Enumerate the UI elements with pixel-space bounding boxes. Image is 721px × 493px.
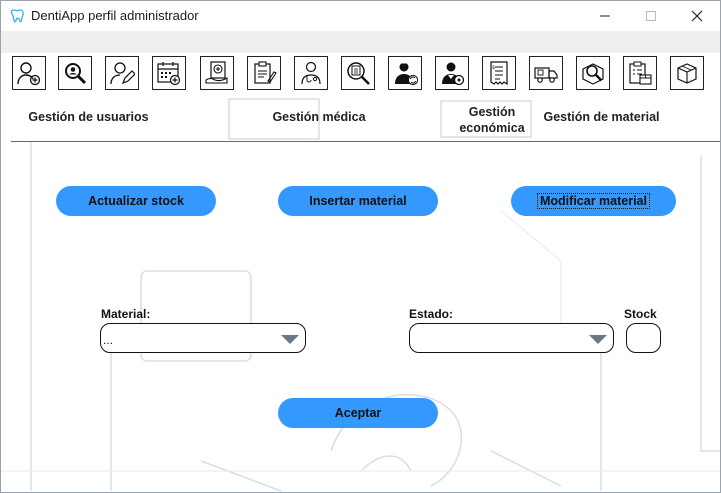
toolbar-button-xray-search[interactable] [341, 56, 375, 90]
material-select[interactable]: ... [100, 323, 306, 353]
actualizar-stock-button[interactable]: Actualizar stock [56, 186, 216, 216]
toolbar-button-search-user[interactable] [58, 56, 92, 90]
close-icon [691, 10, 703, 22]
tooth-logo-icon [9, 8, 25, 24]
stock-field[interactable] [626, 323, 661, 353]
invoice-icon: $ [490, 61, 508, 86]
material-label: Material: [101, 307, 151, 321]
add-appointment-calendar-icon [157, 62, 181, 86]
minimize-icon [600, 15, 610, 17]
chevron-down-icon [589, 335, 607, 344]
toolbar-button-doctor[interactable] [294, 56, 328, 90]
section-gestion-usuarios[interactable]: Gestión de usuarios [21, 109, 156, 125]
modificar-material-button[interactable]: Modificar material [511, 186, 676, 216]
toolbar-button-medical-record[interactable] [200, 56, 234, 90]
aceptar-button[interactable]: Aceptar [278, 398, 438, 428]
svg-text:$: $ [492, 65, 495, 71]
section-divider [11, 141, 720, 142]
swap-staff-icon [395, 62, 418, 86]
toolbar-button-add-user[interactable] [12, 56, 46, 90]
title-bar: DentiApp perfil administrador [1, 1, 720, 31]
section-gestion-economica[interactable]: Gestión económica [453, 104, 531, 136]
toolbar-button-staff-settings[interactable] [435, 56, 469, 90]
toolbar-button-appointments[interactable] [152, 56, 186, 90]
estado-label: Estado: [409, 307, 454, 321]
search-box-icon [582, 63, 604, 85]
section-gestion-material[interactable]: Gestión de material [539, 109, 664, 125]
app-window: DentiApp perfil administrador $ Gestión … [0, 0, 721, 493]
toolbar-button-search-box[interactable] [576, 56, 610, 90]
maximize-button[interactable] [628, 1, 674, 31]
toolbar-button-prescription[interactable] [247, 56, 281, 90]
toolbar-button-swap-staff[interactable] [388, 56, 422, 90]
prescription-icon [254, 61, 277, 84]
doctor-icon [301, 61, 321, 85]
chevron-down-icon [281, 335, 299, 344]
section-gestion-economica-line1: Gestión [468, 105, 516, 119]
section-gestion-medica[interactable]: Gestión médica [263, 109, 375, 125]
stock-label: Stock [624, 307, 657, 321]
edit-user-icon [110, 62, 135, 85]
modificar-material-label: Modificar material [537, 193, 650, 209]
toolbar-button-edit-user[interactable] [105, 56, 139, 90]
insertar-material-button[interactable]: Insertar material [278, 186, 438, 216]
medical-record-icon [205, 61, 228, 84]
inventory-clipboard-icon [629, 61, 652, 85]
delivery-truck-icon [534, 67, 558, 83]
search-user-icon [65, 63, 87, 85]
estado-select[interactable] [409, 323, 614, 353]
section-gestion-economica-line2: económica [459, 121, 525, 135]
package-icon [677, 63, 697, 84]
maximize-icon [646, 11, 656, 21]
material-select-value: ... [103, 333, 114, 347]
xray-search-icon [347, 62, 370, 85]
toolbar-strip [1, 31, 720, 53]
toolbar-button-invoice[interactable]: $ [482, 56, 516, 90]
minimize-button[interactable] [582, 1, 628, 31]
window-title: DentiApp perfil administrador [31, 8, 199, 23]
toolbar-button-package[interactable] [670, 56, 704, 90]
staff-settings-icon [442, 62, 465, 86]
toolbar-button-delivery[interactable] [529, 56, 563, 90]
close-button[interactable] [674, 1, 720, 31]
toolbar-button-inventory[interactable] [623, 56, 657, 90]
add-user-icon [17, 62, 41, 86]
